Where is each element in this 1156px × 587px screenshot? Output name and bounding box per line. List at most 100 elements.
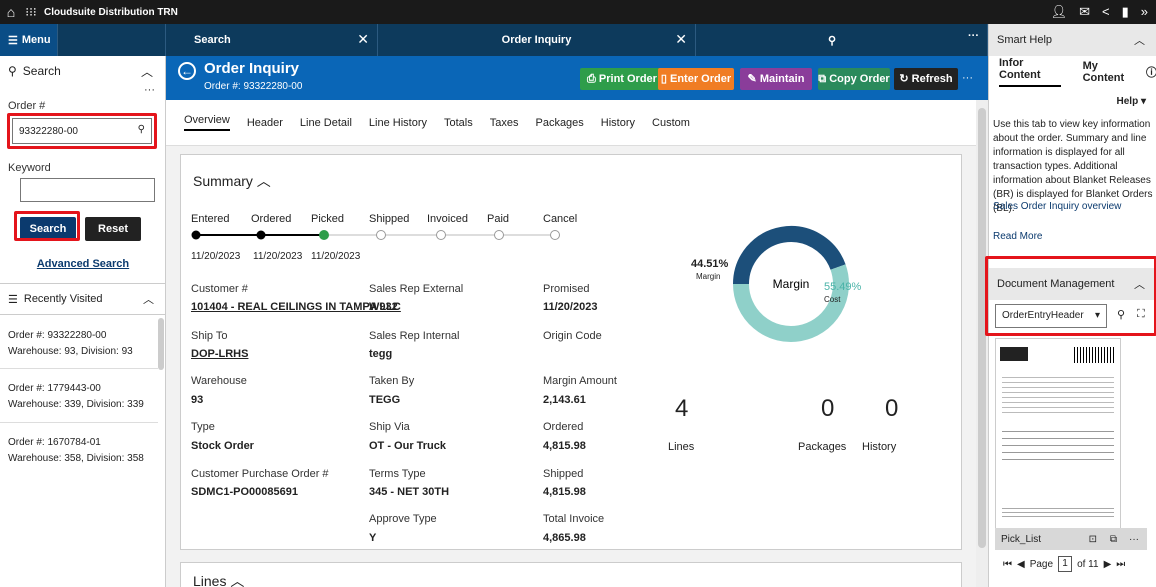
menu-tab[interactable]: ☰ Menu [0, 24, 58, 56]
zoom-icon[interactable]: ⊡ [1089, 534, 1097, 545]
shipped-value: 4,815.98 [543, 486, 586, 498]
document-preview[interactable] [995, 338, 1121, 538]
document-name-bar: Pick_List ⊡ ⧉ ··· [995, 528, 1147, 550]
back-arrow-icon[interactable]: ← [178, 62, 196, 80]
chevron-up-icon[interactable]: ︿ [1134, 32, 1145, 48]
stage-label: Picked [311, 213, 345, 225]
more-icon[interactable]: ··· [144, 84, 155, 96]
more-icon[interactable]: ··· [968, 30, 979, 42]
bookmark-icon[interactable]: ▮ [1122, 4, 1129, 20]
share-icon[interactable]: < [1102, 4, 1110, 20]
donut-center-label: Margin [773, 277, 810, 291]
info-icon[interactable]: ⓘ [1146, 64, 1156, 80]
tab-totals[interactable]: Totals [444, 117, 473, 129]
list-item[interactable]: Order #: 1670784-01 Warehouse: 358, Divi… [0, 423, 158, 477]
cost-percent: 55.49% [824, 281, 862, 293]
margin-legend: Margin [696, 272, 721, 281]
document-type-select[interactable]: OrderEntryHeader ▾ [995, 304, 1107, 328]
tab-header[interactable]: Header [247, 117, 283, 129]
chevron-up-icon[interactable]: ︿ [143, 291, 154, 307]
maintain-button[interactable]: ✎ Maintain [740, 68, 812, 90]
timeline-dot-pending [376, 230, 386, 240]
help-label: Help [1116, 96, 1139, 107]
tab-history[interactable]: History [601, 117, 635, 129]
summary-title[interactable]: Summary ︿ [193, 171, 271, 191]
advanced-search-link[interactable]: Advanced Search [0, 258, 166, 270]
close-icon[interactable]: ✕ [357, 31, 369, 48]
highlight-order-input [7, 113, 157, 149]
user-icon[interactable]: 👤︎ [1051, 4, 1068, 20]
stage-label: Paid [487, 213, 510, 225]
timeline-dot-complete [256, 230, 266, 240]
tab-custom[interactable]: Custom [652, 117, 690, 129]
home-icon[interactable]: ⌂ [0, 4, 22, 20]
promised-value: 11/20/2023 [543, 301, 598, 313]
first-page-icon[interactable]: ⏮ [1003, 559, 1012, 570]
last-page-icon[interactable]: ⏭ [1116, 559, 1125, 570]
expand-icon[interactable]: » [1141, 4, 1148, 20]
recently-visited-header[interactable]: ☰ Recently Visited ︿ [0, 283, 166, 315]
refresh-button[interactable]: ↻ Refresh [894, 68, 958, 90]
search-panel-header: ⚲ Search ︿ [0, 56, 165, 86]
shipto-link[interactable]: DOP-LRHS [191, 348, 248, 360]
order-subtabs: Overview Header Line Detail Line History… [166, 100, 976, 146]
smart-help-header[interactable]: Smart Help ︿ [989, 24, 1156, 56]
tab-new-search[interactable]: ⚲ ··· [696, 24, 988, 56]
help-dropdown[interactable]: Help ▾ [1117, 96, 1146, 107]
reset-button[interactable]: Reset [85, 217, 141, 241]
tab-order-inquiry[interactable]: Order Inquiry ✕ [378, 24, 696, 56]
taken-by-label: Taken By [369, 375, 415, 387]
keyword-input[interactable] [20, 178, 155, 202]
scrollbar[interactable] [158, 318, 164, 370]
tab-line-detail[interactable]: Line Detail [300, 117, 352, 129]
sales-order-inquiry-link[interactable]: Sales Order Inquiry overview [993, 200, 1153, 214]
page-number-input[interactable]: 1 [1058, 556, 1073, 572]
close-icon[interactable]: ✕ [675, 31, 687, 48]
tab-packages[interactable]: Packages [535, 117, 583, 129]
open-external-icon[interactable]: ⧉ [1110, 534, 1117, 545]
shipto-label: Ship To [191, 330, 228, 342]
margin-percent: 44.51% [691, 258, 729, 270]
tab-taxes[interactable]: Taxes [490, 117, 519, 129]
hamburger-icon: ☰ [8, 34, 18, 47]
list-item[interactable]: Order #: 1779443-00 Warehouse: 339, Divi… [0, 369, 158, 423]
stage-date: 11/20/2023 [311, 251, 361, 262]
list-item[interactable]: Order #: 93322280-00 Warehouse: 93, Divi… [0, 316, 158, 369]
read-more-link[interactable]: Read More [993, 230, 1153, 244]
app-grid-icon[interactable]: ⁝⁝⁝ [22, 5, 40, 19]
next-page-icon[interactable]: ▶ [1104, 559, 1112, 570]
attachment-icon[interactable]: ⚲ [1117, 308, 1125, 321]
shipped-label: Shipped [543, 468, 584, 480]
more-icon[interactable]: ··· [1129, 534, 1139, 545]
document-type-value: OrderEntryHeader [1002, 310, 1084, 321]
tab-overview[interactable]: Overview [184, 114, 230, 131]
lines-title[interactable]: Lines ︿ [193, 571, 244, 587]
warehouse-value: 93 [191, 394, 204, 406]
tab-my-content[interactable]: My Content [1083, 60, 1136, 84]
right-help-panel: Smart Help ︿ Infor Content My Content ⓘ … [985, 24, 1156, 587]
customer-label: Customer # [191, 283, 248, 295]
tab-infor-content[interactable]: Infor Content [999, 57, 1061, 87]
document-logo [1000, 347, 1028, 361]
print-order-button[interactable]: ⎙ Print Order [580, 68, 664, 90]
timeline-dot-pending [436, 230, 446, 240]
recent-warehouse: Warehouse: 93, Division: 93 [8, 346, 133, 357]
sales-rep-internal-label: Sales Rep Internal [369, 330, 460, 342]
caret-down-icon: ▾ [1094, 310, 1100, 321]
chevron-up-icon[interactable]: ︿ [141, 63, 153, 80]
tab-search[interactable]: Search ✕ [166, 24, 378, 56]
print-order-label: Print Order [598, 73, 657, 85]
previous-page-icon[interactable]: ◀ [1017, 559, 1025, 570]
history-label: History [862, 441, 897, 453]
copy-order-button[interactable]: ⧉ Copy Order [818, 68, 890, 90]
order-label: Order # [8, 100, 46, 112]
mail-icon[interactable]: ✉ [1079, 4, 1090, 20]
tab-line-history[interactable]: Line History [369, 117, 427, 129]
more-icon[interactable]: ··· [962, 72, 973, 84]
document-icon: ▯ [660, 73, 670, 85]
fullscreen-icon[interactable]: ⛶ [1137, 308, 1145, 321]
enter-order-button[interactable]: ▯ Enter Order [658, 68, 734, 90]
lines-label: Lines [668, 441, 695, 453]
timeline-dot-complete [191, 230, 201, 240]
document-table [1002, 425, 1114, 465]
